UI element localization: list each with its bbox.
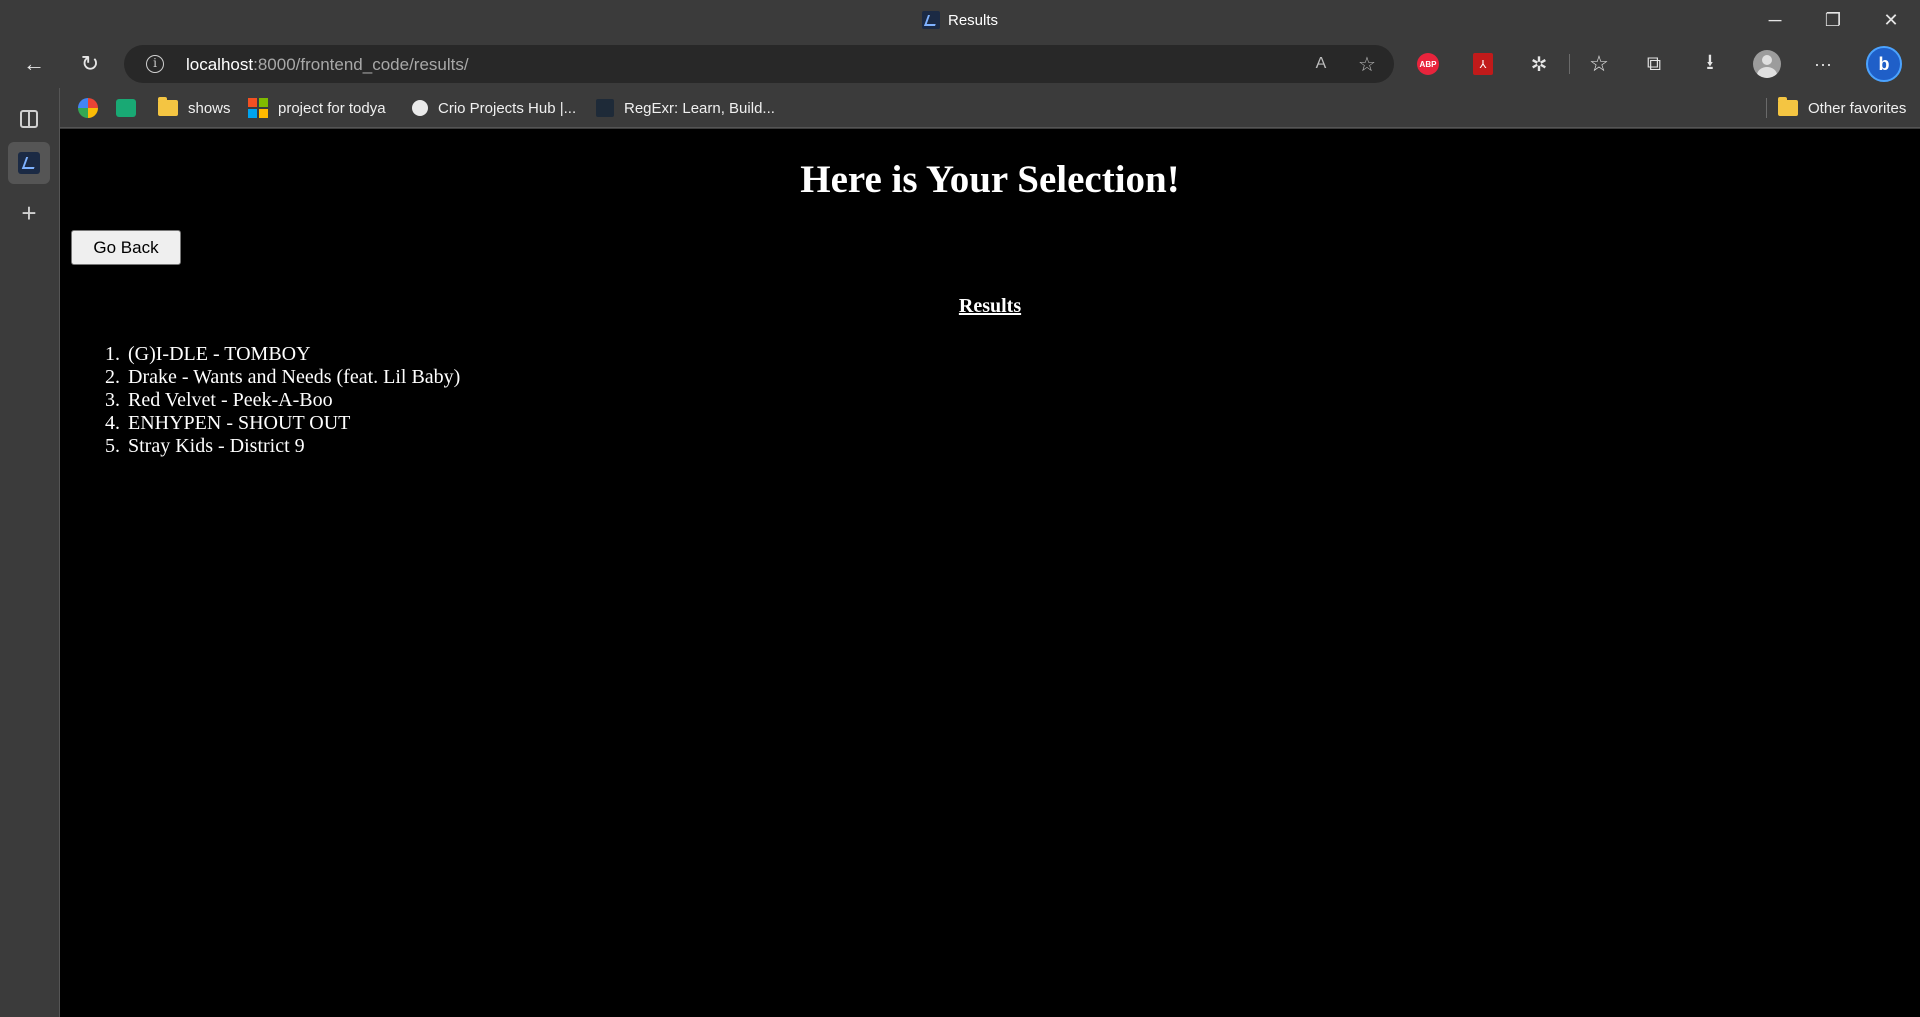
tab-results[interactable] xyxy=(8,142,50,184)
other-favorites-label: Other favorites xyxy=(1808,99,1907,117)
page-title: Here is Your Selection! xyxy=(800,158,1180,201)
folder-icon xyxy=(158,97,178,116)
refresh-button[interactable]: ↻ xyxy=(70,44,110,84)
result-text: Red Velvet - Peek-A-Boo xyxy=(128,389,333,411)
restore-button[interactable]: ❐ xyxy=(1804,0,1862,40)
vertical-tabs-sidebar: + xyxy=(0,88,60,1017)
folder-icon xyxy=(1778,97,1798,116)
result-text: Drake - Wants and Needs (feat. Lil Baby) xyxy=(128,366,461,388)
add-favorite-icon[interactable]: ☆ xyxy=(1354,51,1380,77)
list-number: 4. xyxy=(105,412,120,434)
back-button[interactable]: ← xyxy=(14,44,54,84)
minimize-button[interactable]: ─ xyxy=(1746,0,1804,40)
avatar xyxy=(1753,50,1781,78)
window-title: Results xyxy=(0,11,1920,29)
favorites-bar: shows project for todya Crio Projects Hu… xyxy=(60,88,1920,128)
list-number: 1. xyxy=(105,343,120,365)
favorite-label: RegExr: Learn, Build... xyxy=(624,99,775,117)
favorites-divider xyxy=(1766,98,1767,118)
tab-actions-icon xyxy=(20,110,38,128)
result-text: (G)I-DLE - TOMBOY xyxy=(128,343,311,365)
favorite-crio-projects-hub[interactable]: Crio Projects Hub |... xyxy=(412,96,576,120)
list-item: 4. ENHYPEN - SHOUT OUT xyxy=(100,412,460,435)
crio-icon xyxy=(412,100,428,116)
profile-button[interactable] xyxy=(1747,44,1787,84)
favorite-label: project for todya xyxy=(278,99,386,117)
read-aloud-icon[interactable]: A xyxy=(1308,51,1334,77)
favorite-regexr[interactable]: RegExr: Learn, Build... xyxy=(596,96,775,120)
window-title-text: Results xyxy=(947,12,999,29)
result-text: ENHYPEN - SHOUT OUT xyxy=(128,412,351,434)
result-text: Stray Kids - District 9 xyxy=(128,435,305,457)
favorites-button[interactable]: ☆ xyxy=(1579,44,1619,84)
site-favicon-icon xyxy=(18,152,40,174)
list-number: 2. xyxy=(105,366,120,388)
site-favicon-icon xyxy=(921,11,940,29)
results-heading: Results xyxy=(958,295,1022,317)
list-item: 5. Stray Kids - District 9 xyxy=(100,435,460,458)
adblock-plus-button[interactable]: ABP xyxy=(1408,44,1448,84)
bing-icon: b xyxy=(1866,46,1902,82)
other-favorites-folder[interactable]: Other favorites xyxy=(1778,96,1906,120)
results-list: 1. (G)I-DLE - TOMBOY 2. Drake - Wants and … xyxy=(100,343,460,458)
chrome-like-icon xyxy=(78,98,98,118)
regexr-icon xyxy=(596,99,614,117)
browser-toolbar: ← ↻ i localhost:8000/frontend_code/resul… xyxy=(0,40,1920,88)
title-bar: Results ─ ❐ ✕ xyxy=(0,0,1920,40)
close-window-button[interactable]: ✕ xyxy=(1862,0,1920,40)
acrobat-icon: ⅄ xyxy=(1473,53,1493,75)
microsoft-icon xyxy=(248,98,268,118)
toolbar-divider xyxy=(1569,54,1570,74)
list-item: 1. (G)I-DLE - TOMBOY xyxy=(100,343,460,366)
favorite-label: Crio Projects Hub |... xyxy=(438,99,577,117)
adblock-plus-icon: ABP xyxy=(1417,53,1439,75)
checkmark-icon xyxy=(116,99,136,117)
list-number: 3. xyxy=(105,389,120,411)
url-host: localhost xyxy=(186,55,254,74)
list-item: 2. Drake - Wants and Needs (feat. Lil Bab… xyxy=(100,366,460,389)
favorite-label: shows xyxy=(188,99,231,117)
page-content: Here is Your Selection! Go Back Results … xyxy=(60,129,1920,1017)
tab-actions-button[interactable] xyxy=(8,98,50,140)
favorite-colorful-site[interactable] xyxy=(78,96,108,120)
bing-copilot-button[interactable]: b xyxy=(1864,44,1904,84)
downloads-button[interactable]: ⭳ xyxy=(1690,44,1730,84)
url-text[interactable]: localhost:8000/frontend_code/results/ xyxy=(186,55,469,75)
collections-button[interactable]: ⧉ xyxy=(1634,44,1674,84)
favorite-project-for-todya[interactable]: project for todya xyxy=(248,96,386,120)
favorite-folder-shows[interactable]: shows xyxy=(158,96,231,120)
list-number: 5. xyxy=(105,435,120,457)
address-bar[interactable]: i localhost:8000/frontend_code/results/ … xyxy=(124,45,1394,83)
favorite-check-site[interactable] xyxy=(116,96,146,120)
list-item: 3. Red Velvet - Peek-A-Boo xyxy=(100,389,460,412)
site-info-icon[interactable]: i xyxy=(146,55,164,73)
new-tab-button[interactable]: + xyxy=(8,192,50,234)
go-back-button[interactable]: Go Back xyxy=(71,230,181,265)
settings-menu-button[interactable]: ··· xyxy=(1803,44,1843,84)
url-path: :8000/frontend_code/results/ xyxy=(253,55,469,74)
pdf-extension-button[interactable]: ⅄ xyxy=(1463,44,1503,84)
extensions-button[interactable]: ✲ xyxy=(1519,44,1559,84)
